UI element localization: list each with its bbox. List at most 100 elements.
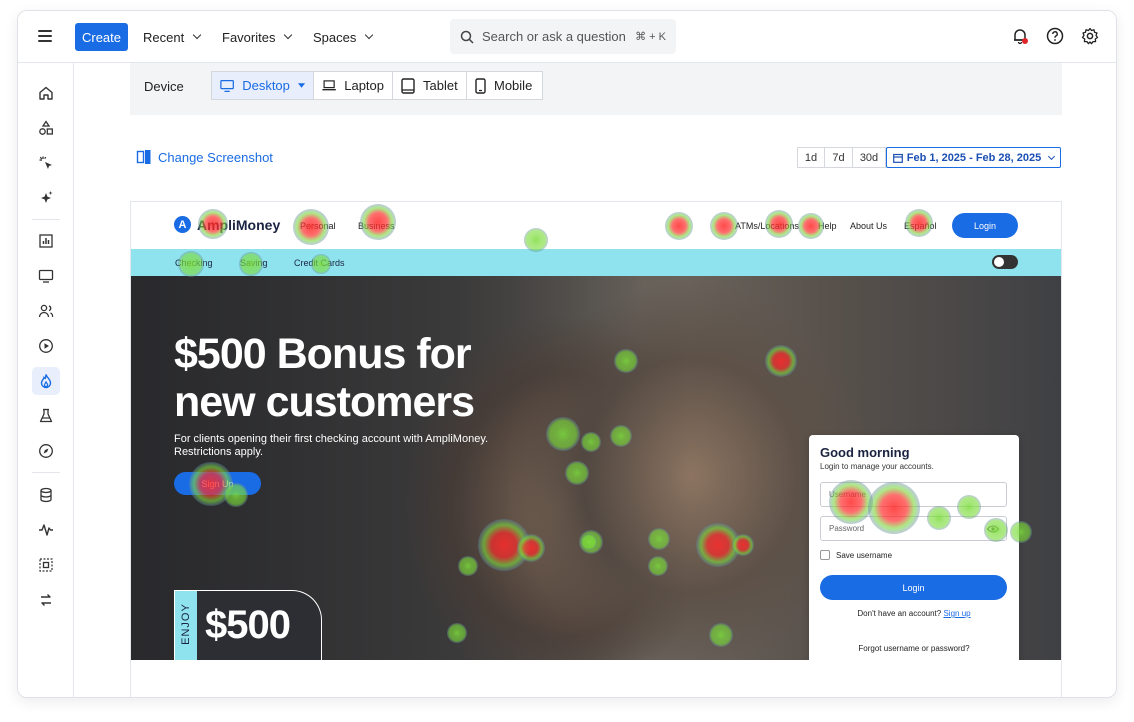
enjoy-amount: $500 (205, 603, 291, 647)
save-username-label: Save username (836, 550, 893, 560)
screenshot-icon (136, 150, 151, 164)
click-icon[interactable] (32, 149, 60, 177)
hero-subtitle: For clients opening their first checking… (174, 433, 489, 458)
site-logo: A AmpliMoney (174, 216, 280, 233)
chevron-down-icon (192, 30, 202, 40)
device-laptop-label: Laptop (344, 78, 384, 93)
sub-nav-credit-cards[interactable]: Credit Cards (294, 258, 345, 268)
spaces-menu[interactable]: Spaces (313, 23, 374, 51)
device-desktop[interactable]: Desktop (211, 71, 314, 100)
device-laptop[interactable]: Laptop (313, 71, 393, 100)
app-window: Create Recent Favorites Spaces Search or… (17, 10, 1117, 698)
sub-nav-checking[interactable]: Checking (175, 258, 213, 268)
tablet-icon (401, 77, 415, 94)
login-card-subtitle: Login to manage your accounts. (820, 462, 934, 471)
top-bar: Create Recent Favorites Spaces Search or… (18, 11, 1116, 63)
site-nav-atms[interactable]: ATMs/Locations (735, 221, 799, 231)
device-tablet[interactable]: Tablet (392, 71, 467, 100)
database-icon[interactable] (32, 481, 60, 509)
device-desktop-label: Desktop (242, 78, 290, 93)
range-7d[interactable]: 7d (824, 147, 853, 168)
favorites-label: Favorites (222, 29, 276, 45)
select-icon[interactable] (32, 551, 60, 579)
logo-badge: A (174, 216, 191, 233)
hero-title: $500 Bonus for new customers (174, 330, 475, 426)
site-sub-nav: Checking Saving Credit Cards (131, 249, 1061, 276)
enjoy-label: ENJOY (180, 603, 192, 645)
checkbox-box (820, 550, 830, 560)
monitor-icon[interactable] (32, 262, 60, 290)
flask-icon[interactable] (32, 402, 60, 430)
search-shortcut: ⌘ + K (635, 31, 666, 43)
search-placeholder: Search or ask a question (482, 29, 626, 44)
menu-icon[interactable] (38, 30, 52, 42)
device-tablet-label: Tablet (423, 78, 458, 93)
site-nav-about[interactable]: About Us (850, 221, 887, 231)
gear-icon[interactable] (1081, 27, 1099, 45)
activity-icon[interactable] (32, 516, 60, 544)
chart-icon[interactable] (32, 227, 60, 255)
site-nav-business[interactable]: Business (358, 221, 395, 231)
date-range-label: Feb 1, 2025 - Feb 28, 2025 (906, 151, 1042, 164)
sidebar-divider (32, 219, 60, 220)
site-nav-espanol[interactable]: Español (904, 221, 937, 231)
users-icon[interactable] (32, 297, 60, 325)
recent-label: Recent (143, 29, 185, 45)
enjoy-badge: ENJOY $500 (174, 590, 322, 660)
site-login-button[interactable]: Login (952, 213, 1018, 238)
chevron-down-icon (1048, 152, 1056, 160)
login-card-title: Good morning (820, 445, 910, 460)
range-1d[interactable]: 1d (797, 147, 825, 168)
search-input[interactable]: Search or ask a question ⌘ + K (450, 19, 676, 54)
hero-banner: $500 Bonus for new customers For clients… (131, 276, 1061, 660)
site-nav-help[interactable]: Help (818, 221, 837, 231)
username-field[interactable]: Username (820, 482, 1007, 507)
calendar-icon (892, 153, 903, 163)
save-username-checkbox[interactable]: Save username (820, 550, 892, 560)
sparkle-icon[interactable] (32, 184, 60, 212)
no-account-text: Don't have an account? Sign up (809, 609, 1019, 618)
password-placeholder: Password (829, 524, 865, 533)
device-label: Device (144, 79, 184, 94)
chevron-down-icon (284, 30, 293, 40)
hero-signup-label: Sign Up (201, 478, 234, 489)
recent-menu[interactable]: Recent (143, 23, 202, 51)
login-card: Good morning Login to manage your accoun… (809, 435, 1019, 660)
enjoy-strip: ENJOY (175, 591, 197, 660)
desktop-icon (220, 79, 234, 92)
help-icon[interactable] (1046, 27, 1064, 45)
compass-icon[interactable] (32, 437, 60, 465)
sign-up-link[interactable]: Sign up (943, 609, 970, 618)
eye-icon[interactable] (987, 525, 999, 533)
hero-signup-button[interactable]: Sign Up (174, 472, 261, 495)
home-icon[interactable] (32, 79, 60, 107)
search-icon (460, 30, 474, 44)
laptop-icon (322, 80, 336, 91)
sidebar (18, 63, 74, 697)
favorites-menu[interactable]: Favorites (222, 23, 293, 51)
change-screenshot-label: Change Screenshot (158, 149, 273, 165)
spaces-label: Spaces (313, 29, 357, 45)
site-nav-personal[interactable]: Personal (300, 221, 336, 231)
date-range-picker[interactable]: Feb 1, 2025 - Feb 28, 2025 (886, 147, 1061, 168)
password-field[interactable]: Password (820, 516, 1007, 541)
play-icon[interactable] (32, 332, 60, 360)
sub-nav-saving[interactable]: Saving (240, 258, 268, 268)
swap-icon[interactable] (32, 586, 60, 614)
page-preview: A AmpliMoney Personal Business ATMs/Loca… (130, 201, 1062, 697)
site-header: A AmpliMoney Personal Business ATMs/Loca… (131, 202, 1061, 249)
forgot-link[interactable]: Forgot username or password? (809, 644, 1019, 653)
change-screenshot-button[interactable]: Change Screenshot (136, 149, 273, 165)
range-30d[interactable]: 30d (852, 147, 886, 168)
caret-down-icon (297, 83, 305, 88)
shapes-icon[interactable] (32, 114, 60, 142)
no-account-label: Don't have an account? (857, 609, 942, 618)
create-button[interactable]: Create (75, 23, 128, 51)
mobile-icon (475, 77, 486, 94)
card-login-button[interactable]: Login (820, 575, 1007, 600)
heatmap-icon[interactable] (32, 367, 60, 395)
bell-icon[interactable] (1011, 27, 1029, 45)
chevron-down-icon (365, 30, 374, 40)
theme-toggle[interactable] (992, 255, 1018, 269)
device-mobile[interactable]: Mobile (466, 71, 543, 100)
